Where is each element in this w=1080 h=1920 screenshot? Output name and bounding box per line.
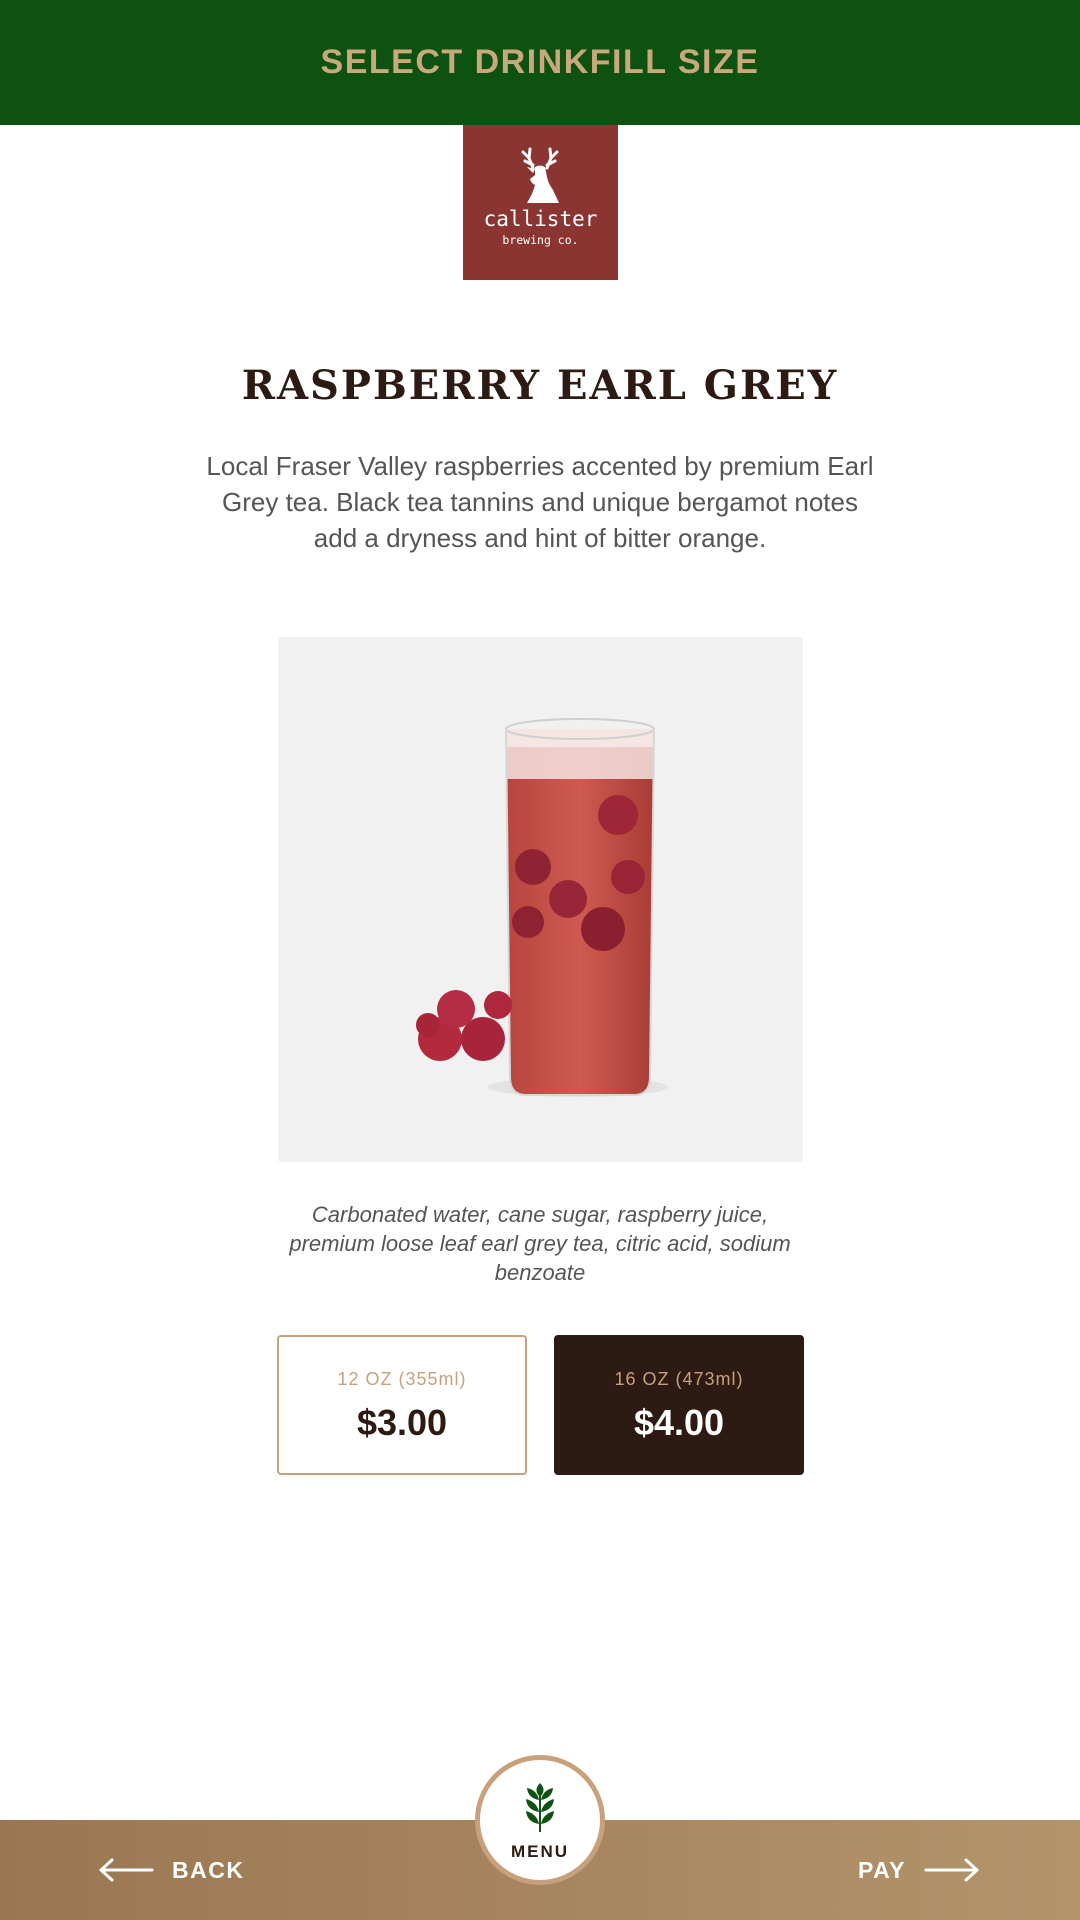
pay-label: PAY [858,1856,906,1883]
page-title: SELECT DRINKFILL SIZE [320,43,760,81]
menu-button[interactable]: MENU [475,1755,605,1885]
menu-label: MENU [510,1842,570,1861]
back-label: BACK [172,1856,245,1883]
header-bar: SELECT DRINKFILL SIZE [0,0,1080,125]
arrow-left-icon [99,1858,154,1882]
deer-head-icon [521,147,559,203]
brand-logo: callister brewing co. [463,125,618,280]
pay-button[interactable]: PAY [858,1848,980,1892]
size-price: $3.00 [356,1402,448,1443]
brand-name: callister [483,207,598,231]
product-title: RASPBERRY EARL GREY [241,362,839,409]
size-option-12oz[interactable]: 12 OZ (355ml) $3.00 [277,1335,527,1475]
size-option-16oz[interactable]: 16 OZ (473ml) $4.00 [554,1335,804,1475]
brand-tagline: brewing co. [502,233,579,247]
size-label: 16 OZ (473ml) [614,1369,744,1389]
product-photo [278,637,803,1162]
size-label: 12 OZ (355ml) [337,1369,467,1389]
wheat-leaf-icon [526,1783,554,1832]
size-price: $4.00 [633,1402,725,1443]
product-description: Local Fraser Valley raspberries accented… [206,451,874,553]
product-ingredients: Carbonated water, cane sugar, raspberry … [289,1202,791,1285]
back-button[interactable]: BACK [98,1848,244,1892]
arrow-right-icon [924,1858,979,1882]
